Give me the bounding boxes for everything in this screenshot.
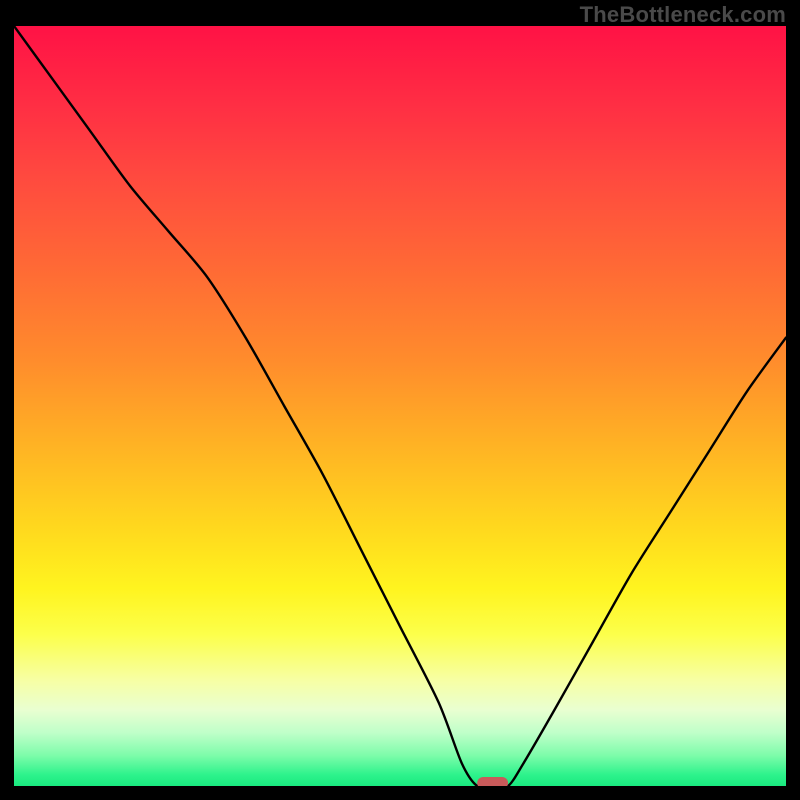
optimal-marker [14,26,786,786]
chart-frame: TheBottleneck.com [0,0,800,800]
plot-area [14,26,786,786]
watermark-label: TheBottleneck.com [580,2,786,28]
marker-rect [477,777,508,786]
